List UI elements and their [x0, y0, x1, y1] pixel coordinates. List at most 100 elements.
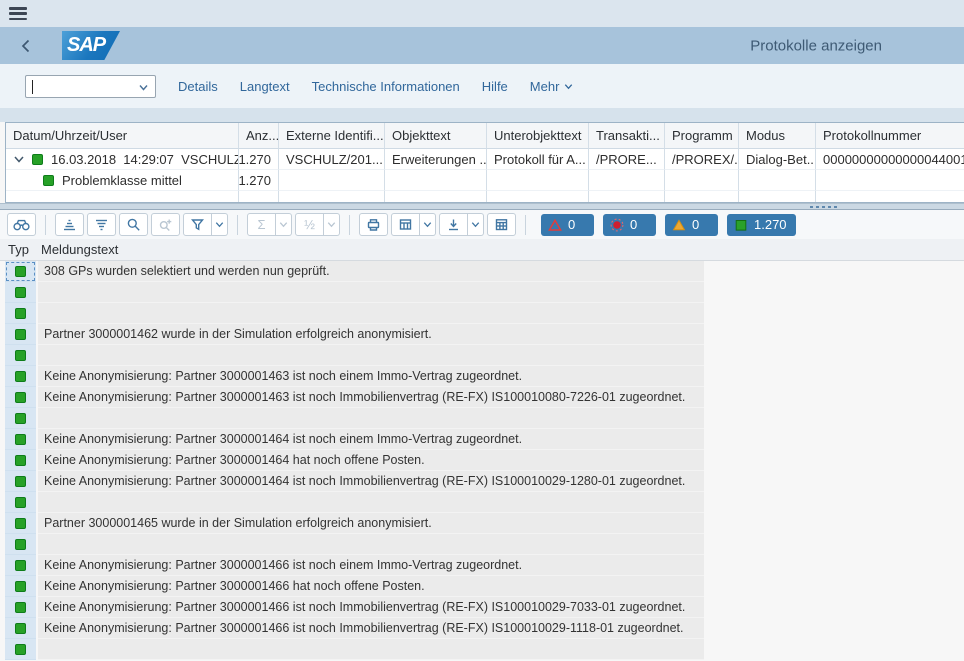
message-row[interactable]: Keine Anonymisierung: Partner 3000001466… — [0, 597, 964, 618]
column-header-datum[interactable]: Datum/Uhrzeit/User — [6, 123, 239, 149]
column-header-objekttext[interactable]: Objekttext — [385, 123, 487, 149]
menu-item-mehr[interactable]: Mehr — [530, 79, 575, 94]
command-combobox[interactable] — [25, 75, 156, 98]
column-header-anzahl[interactable]: Anz... — [239, 123, 279, 149]
message-text[interactable]: Partner 3000001465 wurde in der Simulati… — [38, 513, 704, 534]
export-menu-button[interactable] — [468, 213, 484, 236]
print-button[interactable] — [359, 213, 388, 236]
message-text[interactable] — [38, 282, 704, 303]
message-row[interactable] — [0, 408, 964, 429]
message-text[interactable]: Keine Anonymisierung: Partner 3000001466… — [38, 576, 704, 597]
message-text[interactable]: Keine Anonymisierung: Partner 3000001464… — [38, 429, 704, 450]
column-header-meldungstext[interactable]: Meldungstext — [37, 242, 118, 257]
message-text[interactable]: Keine Anonymisierung: Partner 3000001463… — [38, 366, 704, 387]
column-header-unterobjekttext[interactable]: Unterobjekttext — [487, 123, 589, 149]
message-type-cell[interactable] — [5, 513, 36, 534]
sort-ascending-button[interactable] — [55, 213, 84, 236]
subtotal-menu-button[interactable] — [324, 213, 340, 236]
column-header-programm[interactable]: Programm — [665, 123, 739, 149]
log-table-row[interactable]: 16.03.2018 14:29:07 VSCHULZ 1.270 VSCHUL… — [6, 149, 964, 170]
message-row[interactable]: Keine Anonymisierung: Partner 3000001466… — [0, 618, 964, 639]
message-text[interactable] — [38, 408, 704, 429]
hamburger-menu-icon[interactable] — [9, 7, 27, 20]
message-type-cell[interactable] — [5, 450, 36, 471]
message-type-cell[interactable] — [5, 639, 36, 660]
back-button[interactable] — [16, 36, 36, 56]
message-row[interactable] — [0, 303, 964, 324]
sort-descending-button[interactable] — [87, 213, 116, 236]
message-text[interactable] — [38, 303, 704, 324]
menu-item-langtext[interactable]: Langtext — [240, 79, 290, 94]
message-row[interactable]: Partner 3000001465 wurde in der Simulati… — [0, 513, 964, 534]
message-text[interactable] — [38, 639, 704, 660]
message-row[interactable]: Partner 3000001462 wurde in der Simulati… — [0, 324, 964, 345]
message-row[interactable]: Keine Anonymisierung: Partner 3000001464… — [0, 450, 964, 471]
message-row[interactable]: Keine Anonymisierung: Partner 3000001466… — [0, 576, 964, 597]
message-type-cell[interactable] — [5, 429, 36, 450]
error-count-button[interactable]: 0 — [541, 214, 594, 236]
command-input[interactable] — [26, 76, 132, 97]
log-table-row[interactable]: Problemklasse mittel 1.270 — [6, 170, 964, 191]
column-header-transaktion[interactable]: Transakti... — [589, 123, 665, 149]
combobox-chevron-down-icon[interactable] — [137, 81, 150, 94]
message-type-cell[interactable] — [5, 471, 36, 492]
abort-count-button[interactable]: 0 — [603, 214, 656, 236]
total-button[interactable]: Σ — [247, 213, 276, 236]
success-count-button[interactable]: 1.270 — [727, 214, 796, 236]
filter-button[interactable] — [183, 213, 212, 236]
message-type-cell[interactable] — [5, 618, 36, 639]
message-type-cell[interactable] — [5, 408, 36, 429]
message-row[interactable]: Keine Anonymisierung: Partner 3000001466… — [0, 555, 964, 576]
message-row[interactable]: Keine Anonymisierung: Partner 3000001464… — [0, 429, 964, 450]
find-next-button[interactable] — [151, 213, 180, 236]
message-type-cell[interactable] — [5, 366, 36, 387]
message-text[interactable]: Keine Anonymisierung: Partner 3000001464… — [38, 471, 704, 492]
splitter-grip[interactable] — [810, 206, 837, 208]
column-header-typ[interactable]: Typ — [0, 242, 37, 257]
message-row[interactable] — [0, 345, 964, 366]
column-header-externe-id[interactable]: Externe Identifi... — [279, 123, 385, 149]
message-row[interactable]: Keine Anonymisierung: Partner 3000001464… — [0, 471, 964, 492]
layout-button[interactable] — [487, 213, 516, 236]
message-type-cell[interactable] — [5, 345, 36, 366]
message-type-cell[interactable] — [5, 387, 36, 408]
column-header-protokollnummer[interactable]: Protokollnummer — [816, 123, 964, 149]
message-type-cell[interactable] — [5, 597, 36, 618]
message-row[interactable]: 308 GPs wurden selektiert und werden nun… — [0, 261, 964, 282]
details-button[interactable] — [7, 213, 36, 236]
message-row[interactable] — [0, 534, 964, 555]
message-text[interactable] — [38, 345, 704, 366]
message-type-cell[interactable] — [5, 324, 36, 345]
total-menu-button[interactable] — [276, 213, 292, 236]
message-text[interactable]: Keine Anonymisierung: Partner 3000001466… — [38, 555, 704, 576]
menu-item-details[interactable]: Details — [178, 79, 218, 94]
message-row[interactable] — [0, 492, 964, 513]
message-row[interactable]: Keine Anonymisierung: Partner 3000001463… — [0, 387, 964, 408]
message-type-cell[interactable] — [5, 555, 36, 576]
message-row[interactable]: Keine Anonymisierung: Partner 3000001463… — [0, 366, 964, 387]
message-type-cell[interactable] — [5, 282, 36, 303]
message-text[interactable]: Keine Anonymisierung: Partner 3000001463… — [38, 387, 704, 408]
find-button[interactable] — [119, 213, 148, 236]
views-menu-button[interactable] — [420, 213, 436, 236]
message-text[interactable]: Keine Anonymisierung: Partner 3000001466… — [38, 597, 704, 618]
message-type-cell[interactable] — [5, 492, 36, 513]
message-type-cell[interactable] — [5, 534, 36, 555]
message-text[interactable]: Keine Anonymisierung: Partner 3000001466… — [38, 618, 704, 639]
column-header-modus[interactable]: Modus — [739, 123, 816, 149]
views-button[interactable] — [391, 213, 420, 236]
warning-count-button[interactable]: 0 — [665, 214, 718, 236]
message-text[interactable]: 308 GPs wurden selektiert und werden nun… — [38, 261, 704, 282]
filter-menu-button[interactable] — [212, 213, 228, 236]
message-row[interactable] — [0, 282, 964, 303]
menu-item-technische-informationen[interactable]: Technische Informationen — [312, 79, 460, 94]
message-text[interactable] — [38, 492, 704, 513]
message-type-cell[interactable] — [5, 261, 36, 282]
message-text[interactable]: Keine Anonymisierung: Partner 3000001464… — [38, 450, 704, 471]
message-text[interactable] — [38, 534, 704, 555]
message-text[interactable]: Partner 3000001462 wurde in der Simulati… — [38, 324, 704, 345]
menu-item-hilfe[interactable]: Hilfe — [482, 79, 508, 94]
export-button[interactable] — [439, 213, 468, 236]
subtotal-button[interactable]: ½ — [295, 213, 324, 236]
message-row[interactable] — [0, 639, 964, 660]
